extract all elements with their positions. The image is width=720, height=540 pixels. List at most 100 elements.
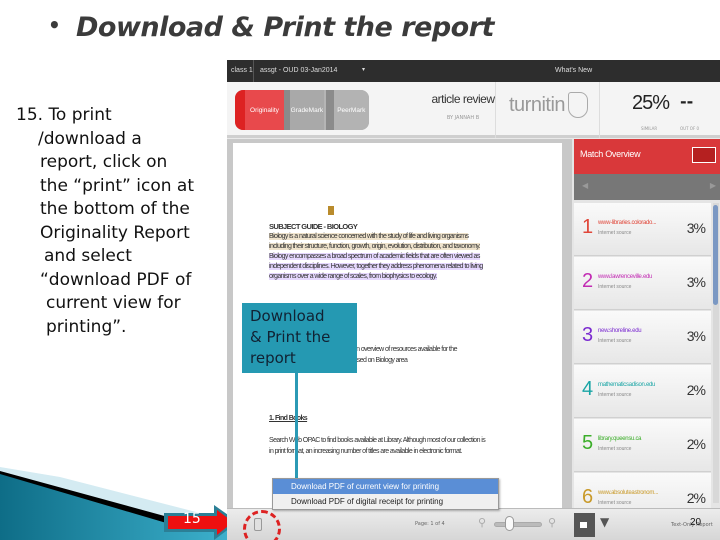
match-item[interactable]: 1 www-libraries.colorado... Internet sourc… [574,203,711,256]
divider [495,82,496,138]
similarity-score: 25% [632,92,670,114]
slide-title-text: Download & Print the report [76,12,494,43]
divider [253,60,254,82]
tab-peermark[interactable]: PeerMark [325,90,369,130]
view-toggle-icon[interactable] [692,147,716,163]
bullet: • [48,13,61,37]
document-heading: SUBJECT GUIDE - BIOLOGY [269,222,358,231]
section-heading: 1. Find Books [269,415,308,422]
match-source[interactable]: www.lawrenceville.edu [598,274,652,280]
callout-line: & Print the [250,328,331,346]
match-rank: 6 [582,486,594,508]
zoom-slider-thumb[interactable] [505,516,514,531]
instruction-line: the “print” icon at [40,175,194,196]
tab-originality[interactable]: Originality [244,90,285,130]
match-item[interactable]: 2 www.lawrenceville.edu Internet source 3% [574,257,711,310]
match-type: Internet source [598,230,632,236]
instruction-line: and select [44,246,132,266]
filter-icon[interactable]: ▼ [600,515,609,529]
document-author: BY JANNAH B [446,115,480,121]
instruction-line: current view for [46,293,181,313]
match-item[interactable]: 3 new.shoreline.edu Internet source 3% [574,311,711,364]
instructions: 15. To print /download a report, click o… [16,104,226,339]
callout-line: Download [250,307,325,325]
class-selector[interactable]: class 1 [231,67,253,74]
assignment-selector[interactable]: assgt - OUD 03-Jan2014 [260,67,337,74]
doc-line: independent disciplines. However, togeth… [269,263,483,270]
instruction-line: printing”. [46,316,127,337]
zoom-out-icon[interactable]: ⚲ [478,516,486,529]
out-of-label: OUT OF 0 [680,126,700,131]
callout-pointer [295,373,298,488]
slide-number: 20 [690,517,702,528]
match-source[interactable]: library.queensu.ca [598,436,641,442]
turnitin-logo: turnitin [509,94,566,116]
zoom-in-icon[interactable]: ⚲ [548,516,556,529]
turnitin-report-window: class 1 assgt - OUD 03-Jan2014 ▾ What's … [227,60,720,540]
divider [599,82,600,138]
callout-line: report [250,349,296,367]
doc-line: Search Web OPAC to find books available … [269,437,486,444]
match-overview-header: Match Overview [574,139,720,174]
page-count: Page: 1 of 4 [415,521,445,527]
doc-line: Biology encompasses a broad spectrum of … [269,253,480,260]
instruction-line: the bottom of the [40,199,190,219]
instruction-line: Originality Report [40,222,190,243]
highlight-circle [243,510,281,540]
subject-text: SUBJECT GUIDE - BIOLOGY [269,222,358,231]
report-header: Originality GradeMark PeerMark article r… [227,82,720,138]
match-item[interactable]: 4 mathematicsadison.edu Internet source 2% [574,365,711,418]
match-item[interactable]: 5 library.queensu.ca Internet source 2% [574,419,711,472]
print-menu: Download PDF of current view for printin… [272,478,499,510]
match-type: Internet source [598,338,632,344]
slide-title: • Download & Print the report [48,12,494,43]
match-source[interactable]: mathematicsadison.edu [598,382,655,388]
match-overview-panel: Match Overview ◀ ▶ 1 www-libraries.colora… [572,139,720,526]
match-scrollbar-thumb[interactable] [713,205,718,305]
tab-grademark[interactable]: GradeMark [284,90,324,130]
instruction-line: /download a [38,128,142,149]
match-type: Internet source [598,284,632,290]
top-bar: class 1 assgt - OUD 03-Jan2014 ▾ What's … [227,60,720,82]
doc-line: Biology is a natural science concerned w… [269,233,469,240]
turnitin-logo-icon [568,92,588,118]
instruction-line: report, click on [40,152,168,172]
match-rank: 5 [582,432,594,454]
match-percent: 2% [686,490,706,506]
match-source[interactable]: www.absoluteastronom... [598,490,658,496]
match-type: Internet source [598,500,632,506]
match-percent: 3% [686,220,706,236]
chevron-down-icon[interactable]: ▾ [362,66,365,73]
doc-line: organisms over a wide range of scales, f… [269,273,437,280]
match-rank: 1 [582,216,594,238]
document-title: article review [431,92,495,106]
match-source[interactable]: new.shoreline.edu [598,328,642,334]
bottom-toolbar: Page: 1 of 4 ⚲ ⚲ ▼ Text-Only Report [227,508,720,540]
instruction-line: 15. To print [16,105,112,125]
match-rank: 3 [582,324,594,346]
tab-edge [235,90,245,130]
match-percent: 3% [686,328,706,344]
out-of-score: -- [680,92,694,111]
match-rank: 2 [582,270,594,292]
doc-line: including their structure, function, gro… [269,243,481,250]
match-nav: ◀ ▶ [574,174,720,200]
step-number: 15 [183,511,201,527]
match-rank: 4 [582,378,594,400]
menu-item-download-current-view[interactable]: Download PDF of current view for printin… [273,479,498,494]
mode-tabs: Originality GradeMark PeerMark [235,90,369,130]
zoom-slider[interactable] [494,522,542,527]
match-overview-title: Match Overview [580,149,641,159]
menu-item-download-digital-receipt[interactable]: Download PDF of digital receipt for prin… [273,494,498,509]
match-percent: 2% [686,436,706,452]
match-percent: 2% [686,382,706,398]
match-percent: 3% [686,274,706,290]
whats-new-link[interactable]: What's New [555,67,592,74]
match-source[interactable]: www-libraries.colorado... [598,220,656,226]
match-marker-4[interactable] [328,206,334,215]
callout-box: Download & Print the report [242,303,357,373]
prev-match-icon[interactable]: ◀ [582,181,588,190]
next-match-icon[interactable]: ▶ [710,181,716,190]
match-overview-button[interactable] [574,513,595,537]
similarity-label: SIMILAR [641,126,658,131]
